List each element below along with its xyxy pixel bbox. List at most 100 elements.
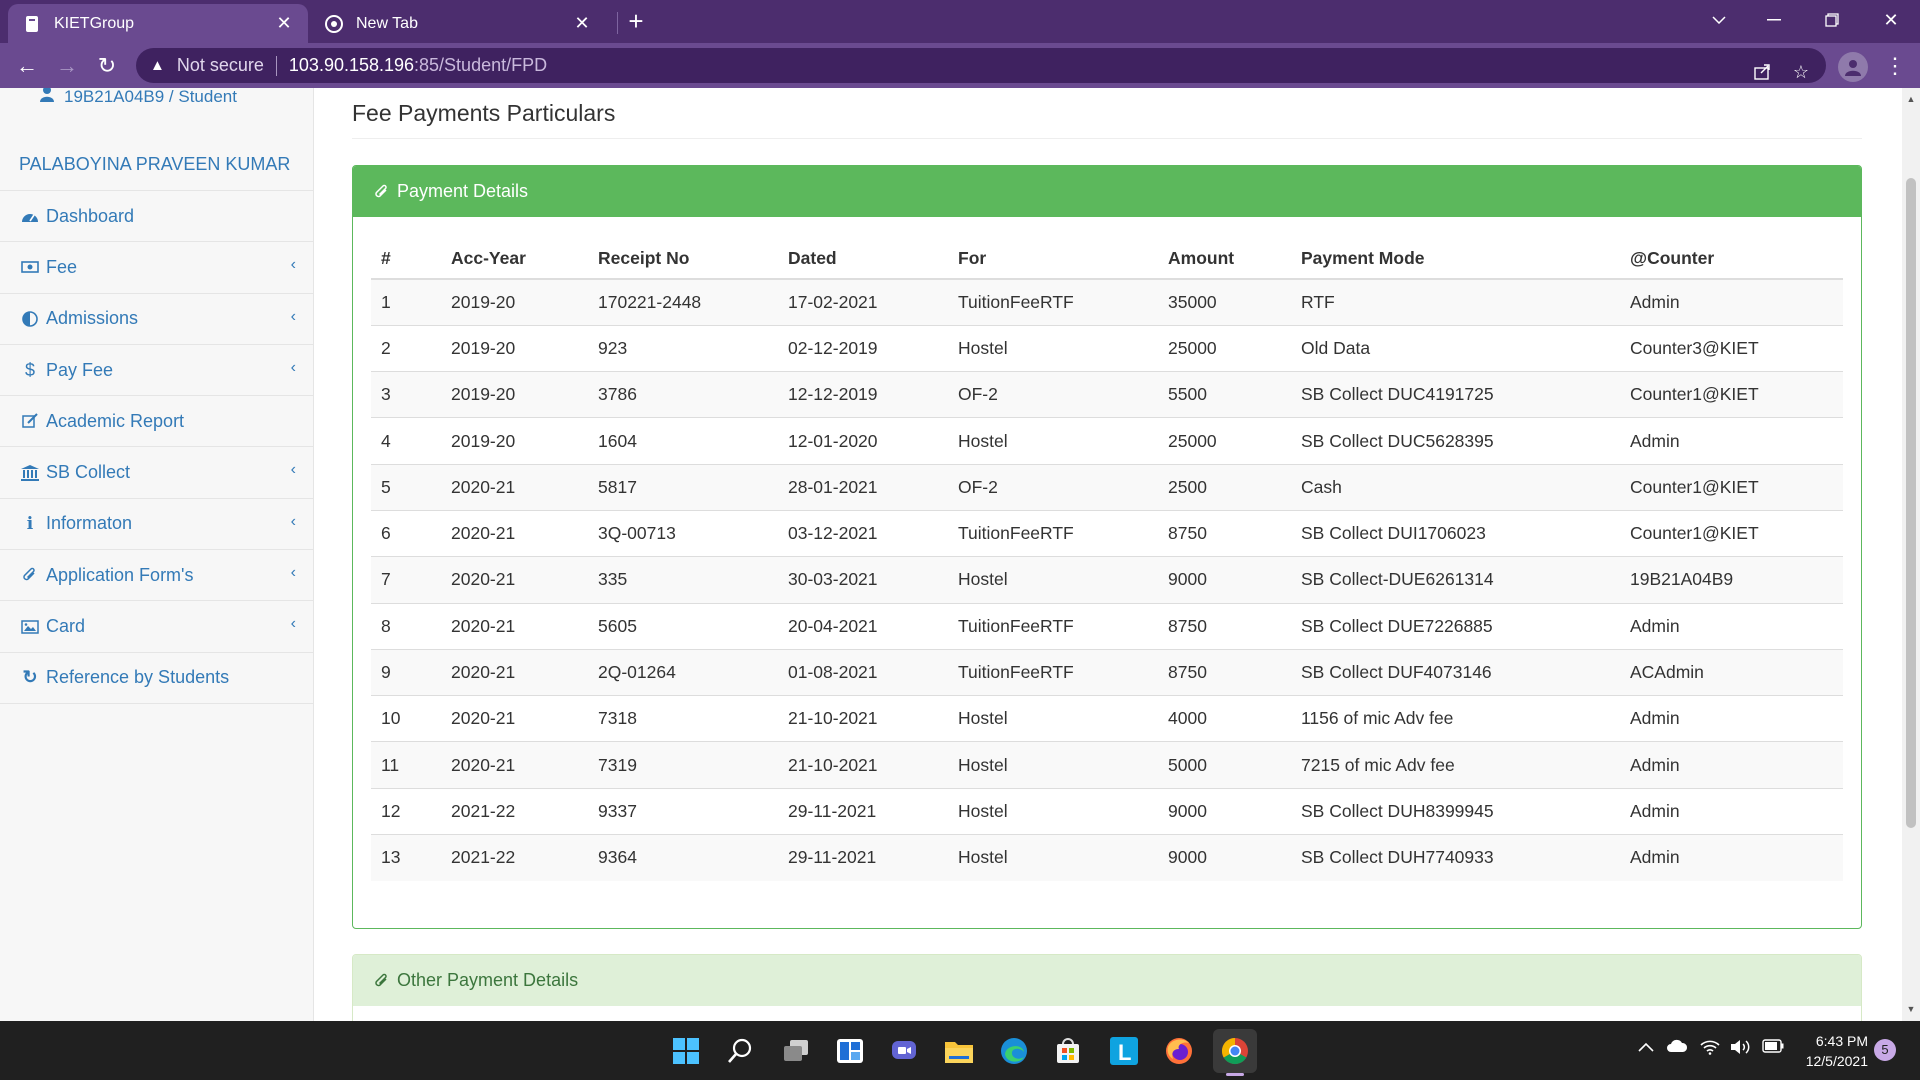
column-header: Payment Mode: [1291, 238, 1620, 280]
tab-search-chevron-icon[interactable]: [1690, 0, 1748, 40]
close-tab-icon[interactable]: ✕: [274, 13, 294, 34]
table-cell: 21-10-2021: [778, 741, 948, 789]
store-icon[interactable]: [1046, 1029, 1090, 1073]
sidebar-item-admissions[interactable]: Admissions ‹: [0, 294, 314, 345]
firefox-icon[interactable]: [1157, 1029, 1201, 1073]
table-cell: 2020-21: [441, 509, 588, 557]
chevron-left-icon: ‹: [290, 358, 296, 376]
sidebar-item-reference-by-students[interactable]: ↻ Reference by Students: [0, 653, 314, 704]
table-cell: Hostel: [948, 787, 1158, 835]
table-cell: 10: [371, 695, 441, 742]
table-cell: 5817: [588, 463, 778, 511]
task-view-icon[interactable]: [774, 1029, 818, 1073]
table-cell: 02-12-2019: [778, 324, 948, 372]
sidebar-item-application-forms[interactable]: Application Form's ‹: [0, 550, 314, 602]
profile-avatar-icon[interactable]: [1838, 52, 1868, 82]
chevron-left-icon: ‹: [290, 307, 296, 325]
address-bar[interactable]: ▲ Not secure 103.90.158.196:85/Student/F…: [136, 48, 1826, 83]
table-cell: 6: [371, 509, 441, 557]
table-cell: 2020-21: [441, 556, 588, 604]
restore-icon[interactable]: [1803, 0, 1861, 40]
sidebar-item-dashboard[interactable]: Dashboard: [0, 191, 314, 243]
widgets-icon[interactable]: [828, 1029, 872, 1073]
sidebar-item-label: Card: [46, 616, 86, 637]
table-cell: TuitionFeeRTF: [948, 648, 1158, 696]
chrome-icon[interactable]: [1213, 1029, 1257, 1073]
forward-arrow-icon[interactable]: →: [52, 51, 82, 81]
security-label[interactable]: Not secure: [177, 55, 264, 76]
chevron-left-icon: ‹: [290, 615, 296, 633]
sidebar-item-label: Academic Report: [46, 410, 185, 431]
browser-toolbar: ← → ↻ ▲ Not secure 103.90.158.196:85/Stu…: [0, 43, 1920, 88]
table-cell: SB Collect DUH7740933: [1291, 834, 1620, 881]
volume-icon[interactable]: [1730, 1039, 1752, 1060]
tab-new-tab[interactable]: New Tab ✕: [310, 4, 606, 43]
edge-icon[interactable]: [992, 1029, 1036, 1073]
bookmark-star-icon[interactable]: ☆: [1789, 60, 1813, 84]
battery-icon[interactable]: [1762, 1039, 1784, 1058]
page-scrollbar[interactable]: ▲ ▼: [1902, 88, 1920, 1021]
file-explorer-icon[interactable]: [937, 1029, 981, 1073]
sidebar-item-sb-collect[interactable]: SB Collect ‹: [0, 447, 314, 499]
share-icon[interactable]: [1750, 60, 1774, 84]
table-cell: 21-10-2021: [778, 695, 948, 742]
back-arrow-icon[interactable]: ←: [12, 51, 42, 81]
search-icon[interactable]: [718, 1029, 762, 1073]
reload-icon[interactable]: ↻: [92, 51, 122, 81]
start-icon[interactable]: [664, 1029, 708, 1073]
warning-triangle-icon[interactable]: ▲: [150, 57, 165, 74]
table-cell: SB Collect-DUE6261314: [1291, 556, 1620, 604]
table-cell: 25000: [1158, 417, 1291, 465]
sidebar-item-informaton[interactable]: i Informaton ‹: [0, 499, 314, 551]
table-cell: RTF: [1291, 278, 1620, 326]
table-row: 11 2020-21 7319 21-10-2021 Hostel 5000 7215 of…: [371, 741, 1843, 789]
sidebar-item-label: Pay Fee: [46, 359, 114, 380]
scroll-down-arrow-icon[interactable]: ▼: [1906, 1004, 1916, 1014]
payment-details-panel: Payment Details # Acc-Year Receipt No Da…: [352, 165, 1862, 929]
l-app-icon[interactable]: L: [1102, 1029, 1146, 1073]
minimize-icon[interactable]: [1745, 0, 1803, 40]
taskbar-clock[interactable]: 6:43 PM 12/5/2021: [1798, 1031, 1868, 1071]
table-cell: 12: [371, 787, 441, 835]
table-cell: 03-12-2021: [778, 509, 948, 557]
sidebar-item-label: Admissions: [46, 308, 139, 329]
table-cell: OF-2: [948, 463, 1158, 511]
table-cell: 4: [371, 417, 441, 465]
table-cell: 2020-21: [441, 602, 588, 650]
tab-kietgroup[interactable]: KIETGroup ✕: [8, 4, 308, 43]
sidebar-item-card[interactable]: Card ‹: [0, 601, 314, 653]
sidebar-item-pay-fee[interactable]: $ Pay Fee ‹: [0, 345, 314, 397]
sidebar-item-fee[interactable]: Fee ‹: [0, 242, 314, 294]
table-row: 12 2021-22 9337 29-11-2021 Hostel 9000 SB Coll…: [371, 787, 1843, 835]
dashboard-icon: [20, 206, 40, 226]
user-id-line[interactable]: 19B21A04B9 / Student: [40, 88, 237, 107]
active-app-indicator: [1226, 1073, 1244, 1076]
onedrive-cloud-icon[interactable]: [1666, 1039, 1688, 1058]
chat-icon[interactable]: [882, 1029, 926, 1073]
sidebar-item-academic-report[interactable]: Academic Report: [0, 396, 314, 448]
browser-menu-icon[interactable]: ⋮: [1884, 52, 1906, 82]
table-row: 3 2019-20 3786 12-12-2019 OF-2 5500 SB Collect…: [371, 371, 1843, 418]
notification-badge[interactable]: 5: [1874, 1039, 1896, 1061]
clock-time: 6:43 PM: [1815, 1033, 1868, 1049]
chrome-favicon-icon: [324, 14, 344, 34]
new-tab-button[interactable]: +: [622, 8, 650, 36]
tab-separator: [617, 12, 618, 34]
scroll-up-arrow-icon[interactable]: ▲: [1906, 94, 1916, 104]
table-cell: 4000: [1158, 695, 1291, 742]
paperclip-icon: [375, 184, 389, 200]
tray-overflow-chevron-icon[interactable]: [1638, 1039, 1654, 1057]
page-viewport: 19B21A04B9 / Student PALABOYINA PRAVEEN …: [0, 88, 1920, 1021]
table-cell: 170221-2448: [588, 278, 778, 326]
wifi-icon[interactable]: [1700, 1039, 1720, 1060]
table-cell: Admin: [1620, 787, 1843, 835]
table-cell: 7319: [588, 741, 778, 789]
other-payment-details-heading[interactable]: Other Payment Details: [353, 955, 1861, 1006]
page-title: Fee Payments Particulars: [352, 100, 616, 126]
table-cell: 35000: [1158, 278, 1291, 326]
close-tab-icon[interactable]: ✕: [572, 13, 592, 34]
table-cell: 2020-21: [441, 648, 588, 696]
table-cell: 9000: [1158, 787, 1291, 835]
scrollbar-thumb[interactable]: [1906, 178, 1916, 828]
close-window-icon[interactable]: ✕: [1862, 0, 1920, 40]
